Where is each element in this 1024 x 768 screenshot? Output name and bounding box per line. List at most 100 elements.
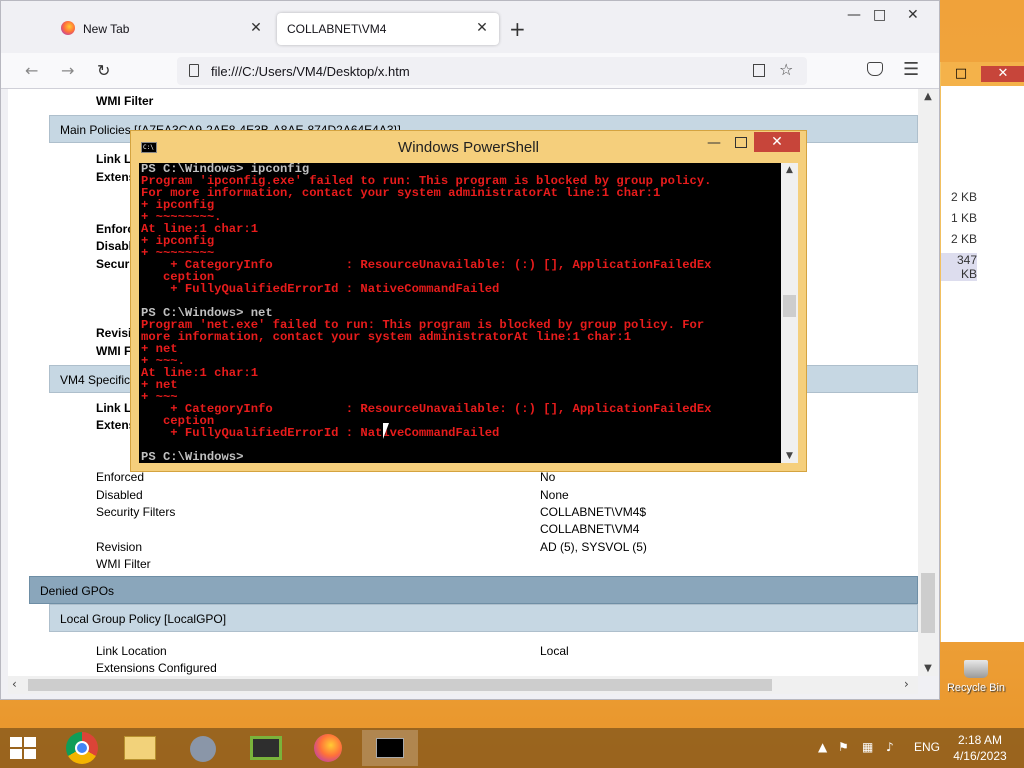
console-line: + FullyQualifiedErrorId : NativeCommandF… [141,426,500,440]
maximize-button[interactable] [735,137,747,148]
row-label: Link L [96,152,132,166]
explorer-window: □ ✕ 2 KB 1 KB 2 KB 347 KB [940,62,1024,642]
console-line: For more information, contact your syste… [141,186,661,200]
page-vertical-scrollbar[interactable]: ▲ ▼ [918,89,938,676]
folder-icon [124,736,156,760]
taskbar-file-explorer[interactable] [112,730,168,766]
row-value-security-filter: COLLABNET\VM4 [540,522,640,536]
forward-button[interactable]: → [61,61,74,80]
row-label-disabled: Disabled [96,488,143,502]
console-line: + CategoryInfo : ResourceUnavailable: (:… [141,402,712,416]
file-size: 347 KB [941,253,977,281]
clock[interactable]: 2:18 AM 4/16/2023 [944,732,1016,764]
row-label: Link L [96,401,132,415]
recycle-bin-icon [964,660,988,678]
minimize-button[interactable]: — [707,135,721,151]
scroll-down-arrow-icon[interactable]: ▼ [918,663,938,674]
pocket-icon[interactable] [867,62,883,76]
firefox-icon [61,21,75,35]
close-button[interactable]: ✕ [754,132,800,152]
explorer-close-button[interactable]: ✕ [981,66,1024,82]
reload-button[interactable]: ↻ [97,61,110,80]
scroll-right-arrow-icon[interactable]: › [904,677,909,691]
new-tab-button[interactable]: + [509,17,526,41]
scroll-thumb[interactable] [783,295,796,317]
back-button[interactable]: ← [25,61,38,80]
row-label: Securi [96,257,133,271]
file-size: 1 KB [950,211,977,225]
network-icon[interactable]: ▦ [862,740,873,754]
explorer-maximize-button[interactable]: □ [947,66,975,82]
row-label: WMI Filter [96,94,154,108]
row-label-revision: Revision [96,540,143,554]
mouse-cursor-icon [383,423,395,439]
scroll-up-arrow-icon[interactable]: ▲ [781,165,798,175]
row-label-enforced: Enforced [96,470,145,484]
taskbar-powershell[interactable] [362,730,418,766]
globe-icon [190,736,216,762]
volume-icon[interactable]: ♪ [886,740,894,754]
scroll-down-arrow-icon[interactable]: ▼ [781,451,798,461]
firefox-icon [314,734,342,762]
scroll-thumb[interactable] [921,573,935,633]
row-label-link-location: Link Location [96,644,167,658]
url-bar[interactable]: file:///C:/Users/VM4/Desktop/x.htm ☆ [177,57,807,85]
chrome-icon [66,732,98,764]
recycle-bin-desktop-icon[interactable]: Recycle Bin [944,660,1008,694]
taskbar-firefox[interactable] [300,730,356,766]
bookmark-star-icon[interactable]: ☆ [779,60,793,79]
tab-bar: New Tab ✕ COLLABNET\VM4 ✕ + — □ ✕ [1,1,939,53]
console-line: more information, contact your system ad… [141,330,632,344]
close-button[interactable]: ✕ [907,7,919,23]
start-button[interactable] [10,737,38,759]
console-output[interactable]: PS C:\Windows> ipconfig Program 'ipconfig… [139,163,781,463]
console-line: + CategoryInfo : ResourceUnavailable: (:… [141,258,712,272]
clock-date: 4/16/2023 [953,749,1007,763]
language-indicator[interactable]: ENG [914,740,940,754]
row-label: WMI F [96,344,132,358]
scroll-left-arrow-icon[interactable]: ‹ [12,677,17,691]
tab-label: New Tab [83,22,130,36]
denied-gpos-header[interactable]: Denied GPOs [29,576,918,604]
menu-icon[interactable]: ☰ [903,59,919,80]
recycle-bin-label: Recycle Bin [946,682,1006,694]
page-icon [189,64,199,77]
minimize-button[interactable]: — [847,7,861,23]
local-gpo-header[interactable]: Local Group Policy [LocalGPO] [49,604,918,632]
reader-view-icon[interactable] [753,64,765,77]
navigation-bar: ← → ↻ file:///C:/Users/VM4/Desktop/x.htm… [1,53,939,89]
row-value-disabled: None [540,488,569,502]
console-icon [376,738,404,758]
window-title: Windows PowerShell [398,139,539,156]
file-size: 2 KB [950,232,977,246]
console-line: + FullyQualifiedErrorId : NativeCommandF… [141,282,500,296]
console-scrollbar[interactable]: ▲ ▼ [781,163,798,463]
tray-expand-icon[interactable]: ▲ [818,740,827,754]
url-text[interactable]: file:///C:/Users/VM4/Desktop/x.htm [211,64,410,79]
tab-new-tab[interactable]: New Tab ✕ [51,13,273,45]
maximize-button[interactable]: □ [873,7,886,23]
action-center-icon[interactable]: ⚑ [838,740,849,754]
app-icon [250,736,282,760]
scroll-thumb[interactable] [28,679,772,691]
explorer-titlebar: □ ✕ [941,62,1024,86]
powershell-titlebar[interactable]: C:\ Windows PowerShell — ✕ [131,131,806,163]
taskbar-chrome[interactable] [54,730,110,766]
row-label: Enforc [96,222,135,236]
row-label-extensions: Extensions Configured [96,661,217,675]
row-value-revision: AD (5), SYSVOL (5) [540,540,647,554]
scroll-up-arrow-icon[interactable]: ▲ [918,91,938,102]
page-horizontal-scrollbar[interactable]: ‹ › [8,676,918,694]
tab-collabnet-vm4[interactable]: COLLABNET\VM4 ✕ [277,13,499,45]
row-label-security-filters: Security Filters [96,505,176,519]
taskbar-app[interactable] [176,730,232,766]
row-value-security-filter: COLLABNET\VM4$ [540,505,647,519]
tab-label: COLLABNET\VM4 [287,22,387,36]
taskbar: ▲ ⚑ ▦ ♪ ENG 2:18 AM 4/16/2023 [0,728,1024,768]
row-label-wmi-filter: WMI Filter [96,557,151,571]
tab-close-button[interactable]: ✕ [247,20,265,36]
row-value-link-location: Local [540,644,569,658]
tab-close-button[interactable]: ✕ [473,20,491,36]
taskbar-app[interactable] [238,730,294,766]
powershell-window: C:\ Windows PowerShell — ✕ PS C:\Windows… [130,130,807,472]
